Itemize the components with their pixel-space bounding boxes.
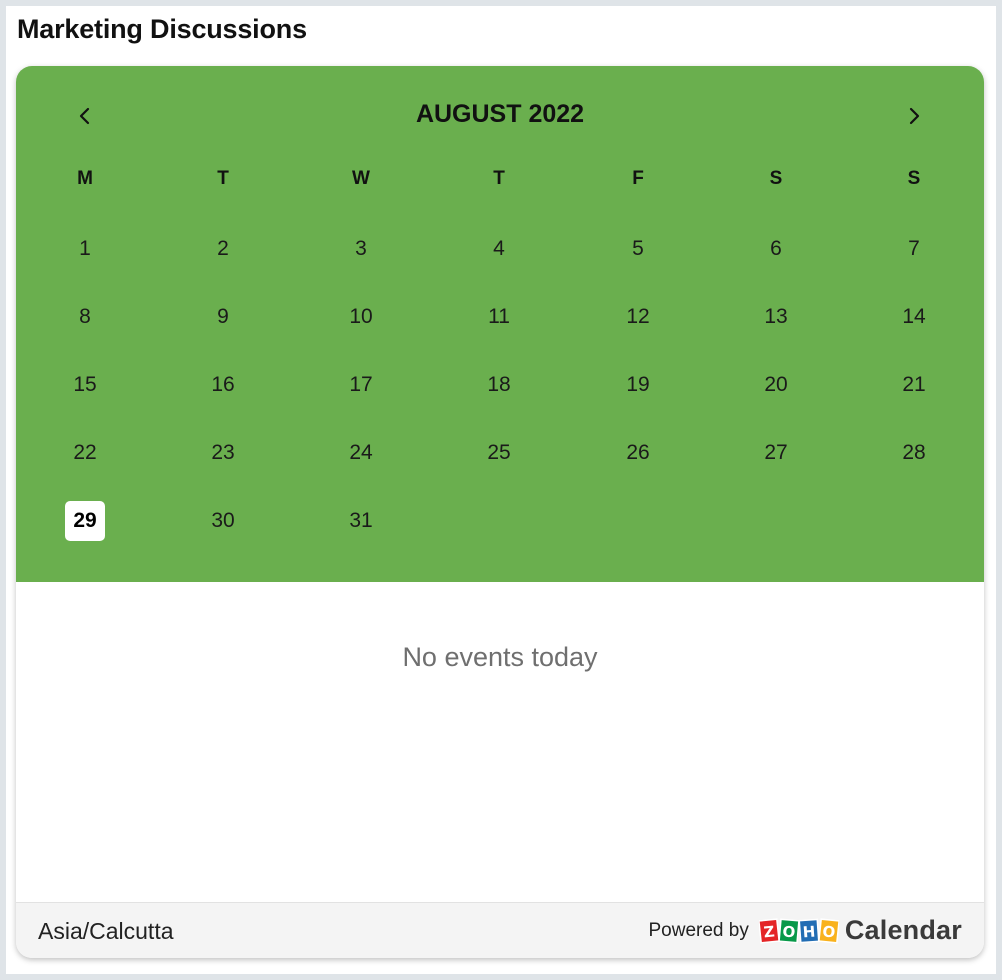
day-grid: 1 2 3 4 5 6 7 8 9 10 11 12 13 14 15 16 17 18 19 20 21 22 23 24 2…	[16, 66, 984, 582]
zoho-calendar-logo[interactable]: Z O H O Calendar	[758, 915, 962, 946]
day-cell[interactable]: 24	[341, 433, 381, 473]
svg-text:H: H	[802, 922, 816, 941]
calendar-month-panel: AUGUST 2022 MTWTFSS 1 2 3 4 5 6 7 8 9 10 11 12 13 14 1…	[16, 66, 984, 582]
day-cell[interactable]: 15	[65, 365, 105, 405]
calendar-card: AUGUST 2022 MTWTFSS 1 2 3 4 5 6 7 8 9 10 11 12 13 14 1…	[16, 66, 984, 958]
widget-frame: Marketing Discussions AUGUST 2022 MTWTFS…	[6, 6, 996, 974]
day-cell[interactable]: 11	[479, 297, 519, 337]
widget-title: Marketing Discussions	[17, 14, 307, 44]
day-cell-today[interactable]: 29	[65, 501, 105, 541]
footer-bar: Asia/Calcutta Powered by Z O H O Calenda…	[16, 902, 984, 958]
day-cell[interactable]: 1	[65, 229, 105, 269]
day-cell[interactable]: 20	[756, 365, 796, 405]
timezone-label: Asia/Calcutta	[38, 918, 174, 944]
day-cell[interactable]: 26	[618, 433, 658, 473]
day-cell[interactable]: 14	[894, 297, 934, 337]
day-cell[interactable]: 28	[894, 433, 934, 473]
zoho-logo-icon: Z O H O	[758, 917, 839, 944]
day-cell[interactable]: 6	[756, 229, 796, 269]
svg-text:Z: Z	[763, 922, 776, 941]
day-cell[interactable]: 27	[756, 433, 796, 473]
day-cell[interactable]: 31	[341, 501, 381, 541]
day-cell[interactable]: 23	[203, 433, 243, 473]
zoho-calendar-text: Calendar	[844, 915, 962, 945]
no-events-message: No events today	[402, 642, 598, 672]
day-cell[interactable]: 9	[203, 297, 243, 337]
day-cell[interactable]: 7	[894, 229, 934, 269]
powered-by: Powered by Z O H O Calendar	[649, 915, 963, 946]
day-cell[interactable]: 19	[618, 365, 658, 405]
day-cell[interactable]: 13	[756, 297, 796, 337]
day-cell[interactable]: 8	[65, 297, 105, 337]
powered-by-label: Powered by	[648, 919, 749, 941]
day-cell[interactable]: 22	[65, 433, 105, 473]
day-cell[interactable]: 5	[618, 229, 658, 269]
day-cell[interactable]: 3	[341, 229, 381, 269]
day-cell[interactable]: 17	[341, 365, 381, 405]
day-cell[interactable]: 10	[341, 297, 381, 337]
day-cell[interactable]: 30	[203, 501, 243, 541]
day-cell[interactable]: 18	[479, 365, 519, 405]
day-cell[interactable]: 2	[203, 229, 243, 269]
svg-text:O: O	[821, 922, 836, 941]
day-cell[interactable]: 21	[894, 365, 934, 405]
day-cell[interactable]: 4	[479, 229, 519, 269]
day-cell[interactable]: 16	[203, 365, 243, 405]
day-cell[interactable]: 25	[479, 433, 519, 473]
svg-text:O: O	[782, 922, 796, 941]
day-cell[interactable]: 12	[618, 297, 658, 337]
